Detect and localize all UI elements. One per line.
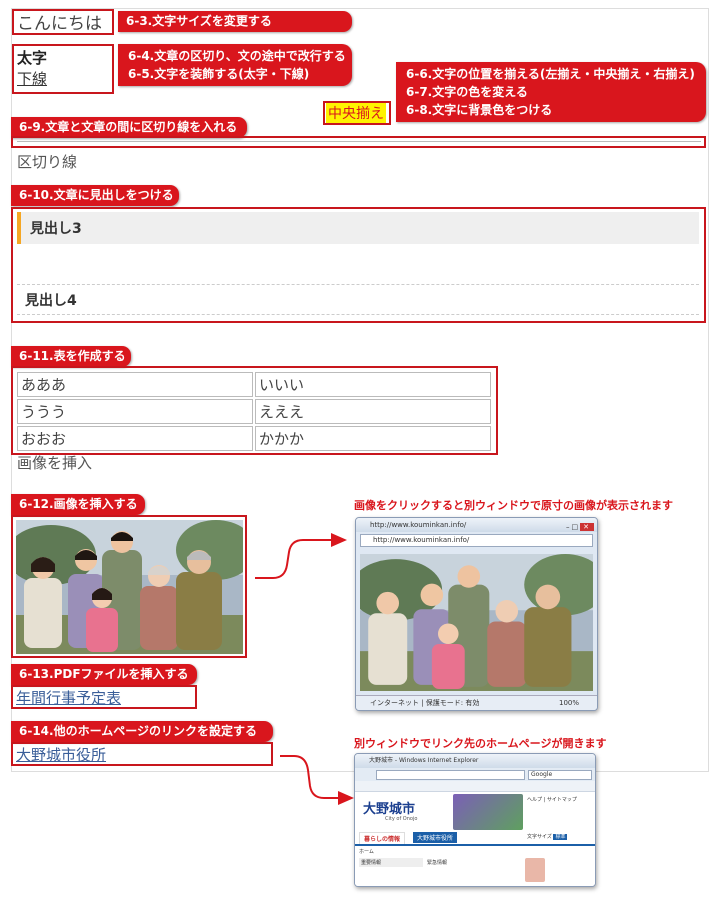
table-row: ううう えええ <box>17 399 491 424</box>
city-menu-important[interactable]: 重要情報 <box>359 858 423 867</box>
image-window-statusbar: インターネット | 保護モード: 有効 100% <box>356 695 597 710</box>
center-text: 中央揃え <box>326 103 386 123</box>
city-nav-rule <box>355 844 595 846</box>
heading3-bar <box>17 212 699 244</box>
city-font-size-label: 文字サイズ <box>527 834 552 840</box>
label-link: 6-14.他のホームページのリンクを設定する <box>11 721 273 742</box>
arrow-to-city-window <box>280 755 354 805</box>
image-window-zoom[interactable]: 100% <box>559 696 579 710</box>
city-window-toolbar: Google <box>355 768 595 781</box>
image-window-title: http://www.kouminkan.info/ <box>370 521 467 529</box>
city-window-search[interactable]: Google <box>528 769 592 780</box>
city-mayor-photo <box>525 858 545 882</box>
image-heading-text: 画像を挿入 <box>17 454 93 472</box>
image-window-address-bar[interactable]: http://www.kouminkan.info/ <box>360 534 593 547</box>
table-cell: ううう <box>17 399 253 424</box>
arrow-to-image-window <box>255 533 347 579</box>
table-row: おおお かかか <box>17 426 491 451</box>
city-office-link[interactable]: 大野城市役所 <box>16 744 106 765</box>
city-popup-window: 大野城市 - Windows Internet Explorer Google … <box>354 753 596 887</box>
demo-table: あああ いいい ううう えええ おおお かかか <box>15 370 493 453</box>
popup-family-photo-art <box>360 554 593 691</box>
table-cell: かかか <box>255 426 491 451</box>
heading4-top-rule <box>17 284 699 285</box>
image-window-address: http://www.kouminkan.info/ <box>373 536 470 544</box>
city-logo[interactable]: 大野城市 <box>363 798 415 817</box>
heading4-bottom-rule <box>17 314 699 315</box>
underline-text: 下線 <box>17 70 48 88</box>
city-nav-home[interactable]: ホーム <box>359 848 374 855</box>
table-row: あああ いいい <box>17 372 491 397</box>
window-controls[interactable]: –□ ✕ <box>566 520 594 534</box>
city-window-title: 大野城市 - Windows Internet Explorer <box>369 757 479 764</box>
city-logo-sub: City of Onojo <box>385 816 418 822</box>
pdf-link[interactable]: 年間行事予定表 <box>16 687 121 708</box>
label-background: 6-8.文字に背景色をつける <box>406 103 553 117</box>
city-logo-name: 大野城市 <box>363 802 416 817</box>
divider-box <box>11 136 706 148</box>
greeting-text: こんにちは <box>17 14 102 34</box>
heading3-text: 見出し3 <box>30 221 82 237</box>
city-window-titlebar: 大野城市 - Windows Internet Explorer <box>355 754 595 768</box>
city-header-links[interactable]: ヘルプ | サイトマップ <box>527 796 577 803</box>
label-table: 6-11.表を作成する <box>11 346 131 367</box>
city-font-size[interactable]: 文字サイズ 標準 <box>527 833 568 840</box>
table-cell: あああ <box>17 372 253 397</box>
city-font-size-std[interactable]: 標準 <box>553 834 568 840</box>
table-cell: おおお <box>17 426 253 451</box>
city-tab-office[interactable]: 大野城市役所 <box>413 832 458 843</box>
divider-line <box>17 141 701 142</box>
table-cell: いいい <box>255 372 491 397</box>
image-popup-window: http://www.kouminkan.info/ –□ ✕ http://ww… <box>355 517 598 711</box>
city-banner-image <box>453 794 523 830</box>
label-font-size: 6-3.文字サイズを変更する <box>118 11 352 32</box>
city-window-search-text: Google <box>531 770 553 778</box>
city-page-content: 大野城市 City of Onojo ヘルプ | サイトマップ 暮らしの情報 大… <box>355 792 595 886</box>
caption-link-popup: 別ウィンドウでリンク先のホームページが開きます <box>354 737 607 750</box>
label-align-color-bg: 6-6.文字の位置を揃える(左揃え・中央揃え・右揃え) 6-7.文字の色を変える… <box>396 62 706 122</box>
label-divider: 6-9.文章と文章の間に区切り線を入れる <box>11 117 247 138</box>
family-photo[interactable] <box>16 520 243 654</box>
label-line-break-decorate: 6-4.文章の区切り、文の途中で改行する 6-5.文字を装飾する(太字・下線) <box>118 44 352 86</box>
image-window-zone: インターネット | 保護モード: 有効 <box>370 699 480 707</box>
divider-text: 区切り線 <box>17 153 78 171</box>
popup-family-photo <box>360 554 593 691</box>
label-image: 6-12.画像を挿入する <box>11 494 145 515</box>
label-line-break: 6-4.文章の区切り、文の途中で改行する <box>128 49 346 63</box>
family-photo-art <box>16 520 243 654</box>
label-heading: 6-10.文章に見出しをつける <box>11 185 179 206</box>
label-align: 6-6.文字の位置を揃える(左揃え・中央揃え・右揃え) <box>406 67 695 81</box>
label-color: 6-7.文字の色を変える <box>406 85 528 99</box>
table-cell: えええ <box>255 399 491 424</box>
city-menu-emergency[interactable]: 緊急情報 <box>425 858 489 867</box>
image-window-titlebar: http://www.kouminkan.info/ –□ ✕ <box>356 518 597 532</box>
city-window-favorites-bar <box>355 781 595 792</box>
label-pdf: 6-13.PDFファイルを挿入する <box>11 664 197 685</box>
label-decorate: 6-5.文字を装飾する(太字・下線) <box>128 67 310 81</box>
caption-image-popup: 画像をクリックすると別ウィンドウで原寸の画像が表示されます <box>354 499 673 512</box>
heading4-text: 見出し4 <box>25 293 77 309</box>
bold-text: 太字 <box>17 49 48 67</box>
city-window-address-bar[interactable] <box>376 769 525 780</box>
